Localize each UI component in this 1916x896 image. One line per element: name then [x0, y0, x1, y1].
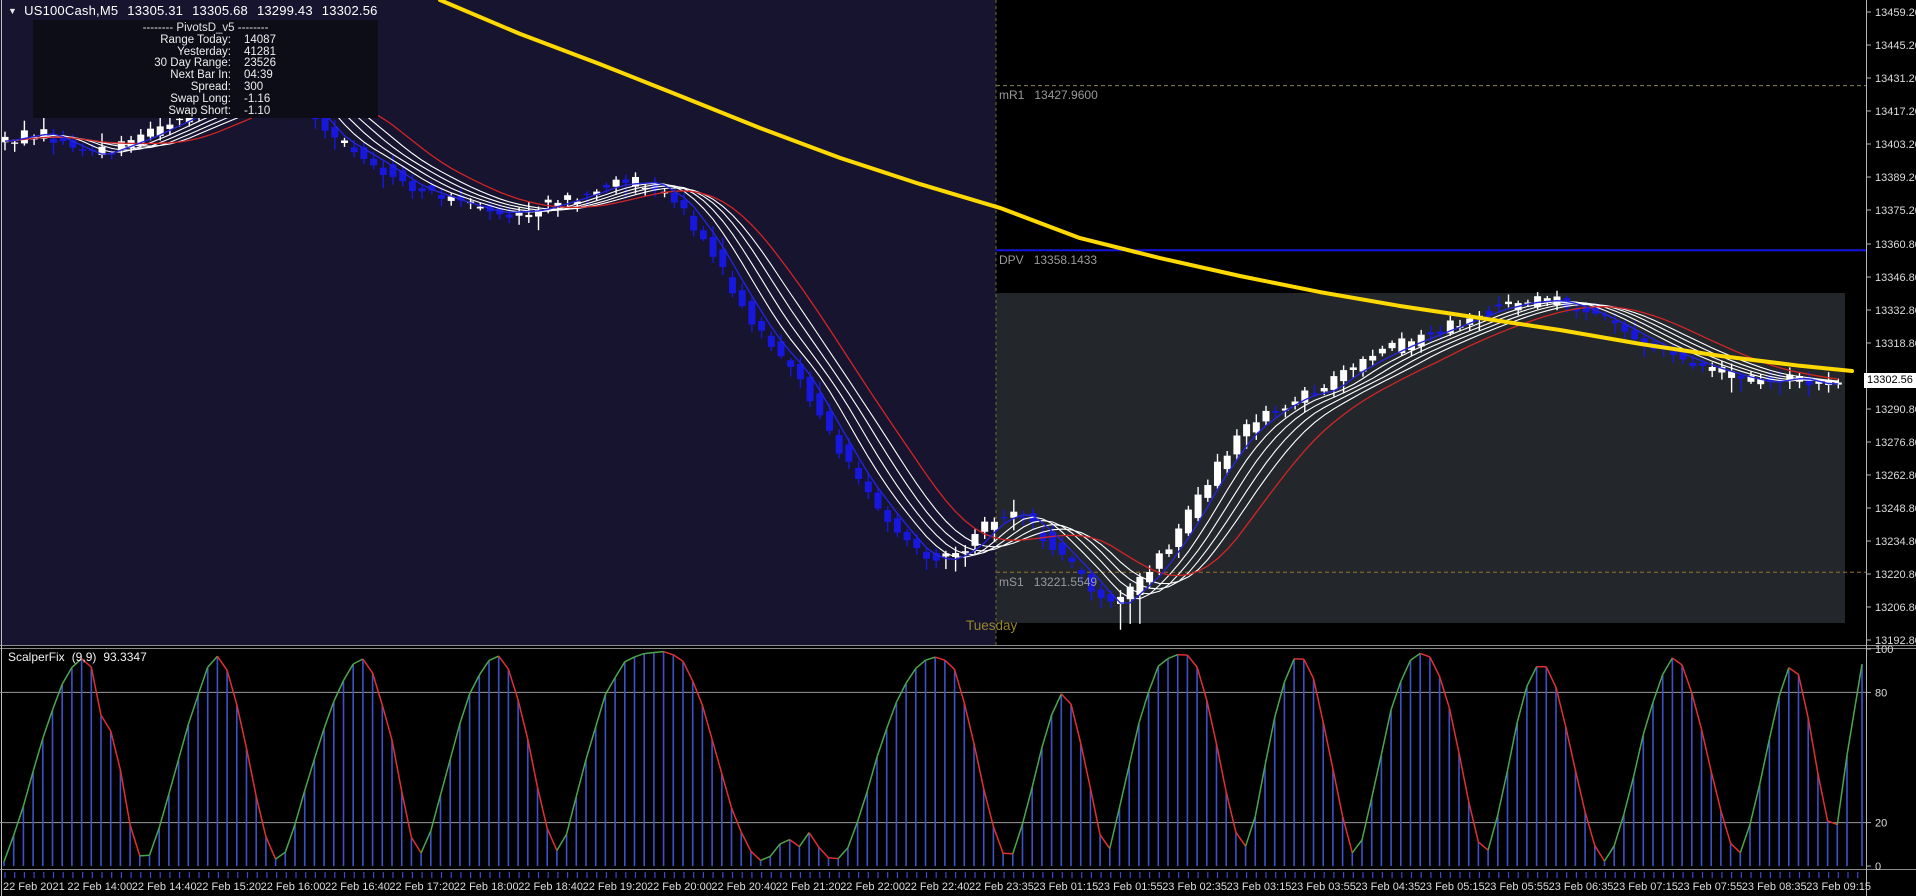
time-axis-label: 23 Feb 09:15 — [1806, 881, 1871, 893]
price-axis-label: 13360.80 — [1875, 239, 1916, 251]
symbol-name: US100Cash,M5 — [24, 3, 118, 18]
price-axis-label: 13332.80 — [1875, 305, 1916, 317]
time-axis-label: 22 Feb 20:00 — [647, 881, 712, 893]
info-value: 14087 — [244, 35, 276, 47]
pivot-name: mR1 — [999, 88, 1024, 102]
time-axis-label: 22 Feb 22:40 — [905, 881, 970, 893]
price-axis-label: 13403.20 — [1875, 139, 1916, 151]
time-axis-label: 23 Feb 03:15 — [1227, 881, 1292, 893]
time-axis-label: 23 Feb 03:55 — [1291, 881, 1356, 893]
pivots-info-panel: -------- PivotsD_v5 -------- Range Today… — [33, 20, 378, 118]
oscillator-name: ScalperFix — [8, 650, 65, 664]
info-label: Swap Long: — [33, 94, 231, 106]
time-axis-label: 23 Feb 01:15 — [1033, 881, 1098, 893]
pivot-value: 13221.5549 — [1034, 575, 1097, 589]
backgrounds — [0, 0, 1916, 896]
price-axis-label: 13389.20 — [1875, 172, 1916, 184]
time-axis-label: 23 Feb 05:15 — [1420, 881, 1485, 893]
chart-canvas[interactable]: 13459.20 13445.20 13431.20 13417.20 13403.20… — [0, 0, 1916, 896]
pivot-value: 13358.1433 — [1034, 253, 1097, 267]
info-label: Spread: — [33, 82, 231, 94]
oscillator-params: (9,9) — [72, 650, 97, 664]
osc-scale-label: 0 — [1875, 861, 1881, 873]
price-axis-label: 13248.80 — [1875, 503, 1916, 515]
time-axis-label: 22 Feb 17:20 — [389, 881, 454, 893]
price-axis-label: 13276.80 — [1875, 437, 1916, 449]
pivot-name: mS1 — [999, 575, 1024, 589]
pivot-name: DPV — [999, 253, 1024, 267]
pivot-mr1-label: mR1 13427.9600 — [999, 88, 1098, 102]
price-axis-label: 13220.80 — [1875, 569, 1916, 581]
time-axis-label: 22 Feb 20:40 — [711, 881, 776, 893]
chart-dropdown-icon[interactable]: ▼ — [8, 6, 17, 16]
quote-open: 13305.31 — [127, 3, 183, 18]
quote-close: 13302.56 — [322, 3, 378, 18]
mt4-chart-window: 13459.20 13445.20 13431.20 13417.20 13403.20… — [0, 0, 1916, 896]
price-axis-label: 13318.80 — [1875, 338, 1916, 350]
price-axis-label: 13290.80 — [1875, 404, 1916, 416]
time-axis-label: 22 Feb 23:35 — [969, 881, 1034, 893]
price-axis-label: 13459.20 — [1875, 7, 1916, 19]
current-price-tag: 13302.56 — [1864, 373, 1916, 388]
time-axis-label: 22 Feb 14:40 — [132, 881, 197, 893]
symbol-title: ▼ US100Cash,M5 13305.31 13305.68 13299.43 133… — [8, 3, 378, 18]
time-axis-label: 22 Feb 16:40 — [325, 881, 390, 893]
quote-high: 13305.68 — [192, 3, 248, 18]
osc-scale-label: 80 — [1875, 687, 1887, 699]
time-axis-label: 22 Feb 14:00 — [67, 881, 132, 893]
time-axis-label: 23 Feb 02:35 — [1162, 881, 1227, 893]
time-axis-label: 23 Feb 05:55 — [1484, 881, 1549, 893]
pivot-ms1-label: mS1 13221.5549 — [999, 575, 1097, 589]
time-axis-label: 22 Feb 18:00 — [454, 881, 519, 893]
price-axis-label: 13375.20 — [1875, 205, 1916, 217]
oscillator-current-value: 93.3347 — [103, 650, 146, 664]
info-row: Range Today: 14087 — [33, 35, 378, 47]
time-axis-label: 23 Feb 07:55 — [1677, 881, 1742, 893]
time-axis-label: 22 Feb 16:00 — [261, 881, 326, 893]
osc-scale-label: 100 — [1875, 644, 1893, 656]
oscillator-title: ScalperFix (9,9) 93.3347 — [8, 650, 154, 664]
time-axis-label: 22 Feb 21:20 — [776, 881, 841, 893]
quote-low: 13299.43 — [257, 3, 313, 18]
osc-scale-label: 20 — [1875, 818, 1887, 830]
price-axis-label: 13431.20 — [1875, 73, 1916, 85]
info-label: Swap Short: — [33, 106, 231, 118]
price-axis-label: 13346.80 — [1875, 272, 1916, 284]
info-row: Swap Long: -1.16 — [33, 94, 378, 106]
time-axis-label: 22 Feb 22:00 — [840, 881, 905, 893]
info-value: 300 — [244, 82, 263, 94]
info-row: Spread: 300 — [33, 82, 378, 94]
time-axis-label: 23 Feb 08:35 — [1742, 881, 1807, 893]
session-day-label: Tuesday — [966, 618, 1017, 633]
time-axis-label: 22 Feb 19:20 — [583, 881, 648, 893]
price-axis-label: 13206.80 — [1875, 602, 1916, 614]
info-label: Range Today: — [33, 35, 231, 47]
info-row: Swap Short: -1.10 — [33, 106, 378, 118]
time-axis-label: 23 Feb 07:15 — [1613, 881, 1678, 893]
pivot-value: 13427.9600 — [1034, 88, 1097, 102]
pivot-dpv-label: DPV 13358.1433 — [999, 253, 1097, 267]
price-axis-label: 13262.80 — [1875, 470, 1916, 482]
time-axis-label: 22 Feb 18:40 — [518, 881, 583, 893]
time-axis-label: 23 Feb 04:35 — [1355, 881, 1420, 893]
info-value: -1.10 — [244, 106, 270, 118]
price-axis-label: 13445.20 — [1875, 40, 1916, 52]
time-axis-label: 23 Feb 06:35 — [1549, 881, 1614, 893]
price-axis-label: 13234.80 — [1875, 536, 1916, 548]
info-value: -1.16 — [244, 94, 270, 106]
price-axis-label: 13417.20 — [1875, 106, 1916, 118]
time-axis-label: 22 Feb 2021 — [3, 881, 65, 893]
time-axis-label: 22 Feb 15:20 — [196, 881, 261, 893]
time-axis-label: 23 Feb 01:55 — [1098, 881, 1163, 893]
